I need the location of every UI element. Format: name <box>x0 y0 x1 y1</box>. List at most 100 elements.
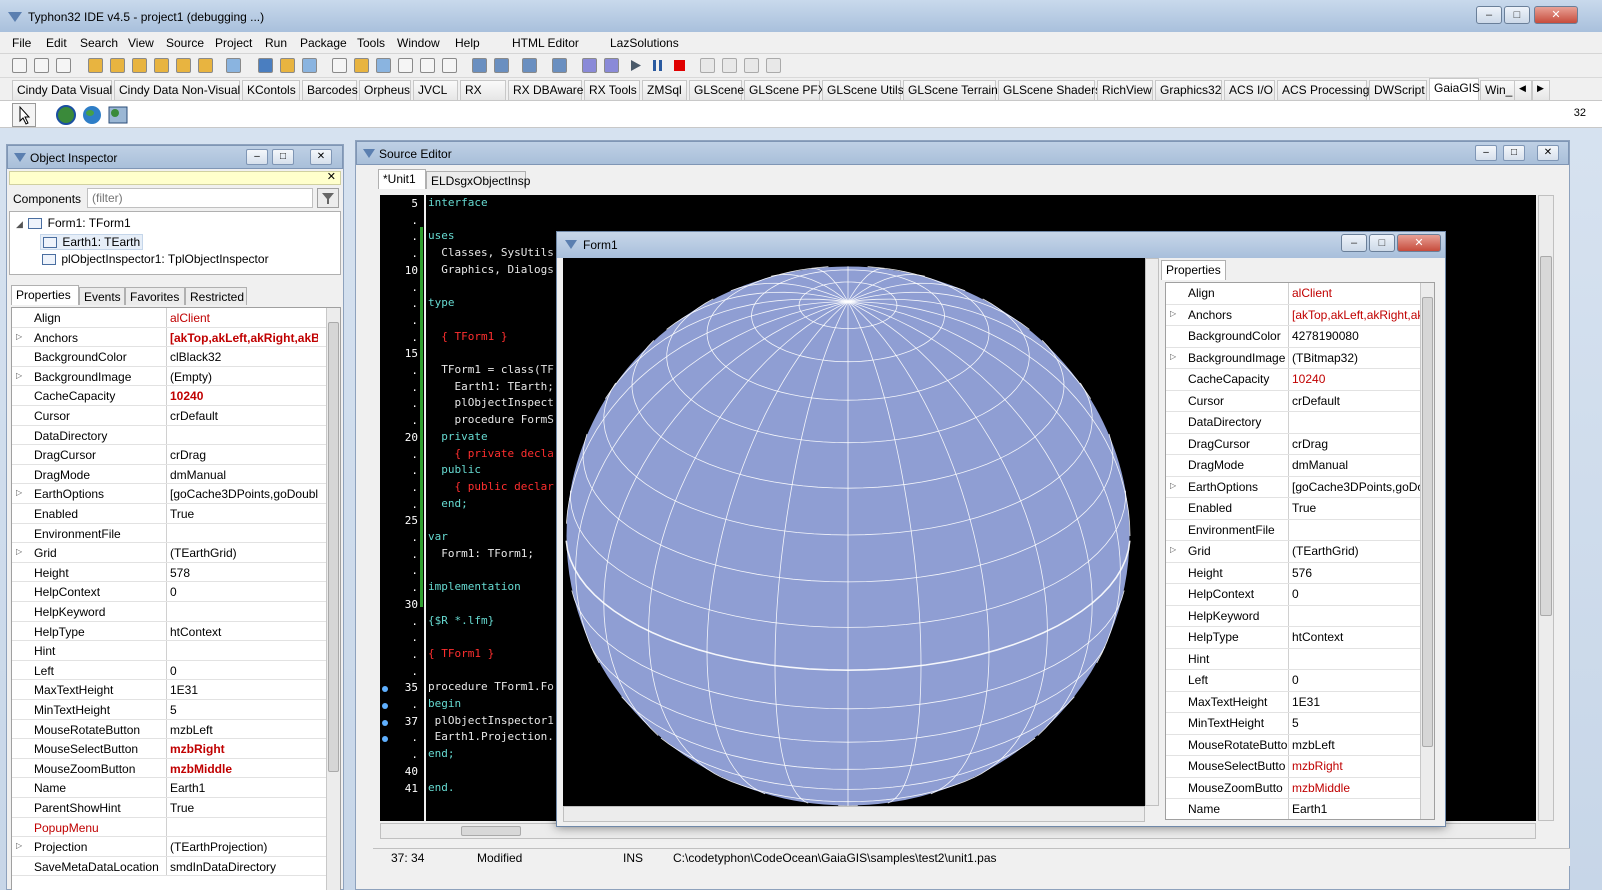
property-row-maxtextheight[interactable]: MaxTextHeight 1E31 <box>1166 691 1434 713</box>
palette-tab-acs-processing[interactable]: ACS Processing <box>1277 80 1369 100</box>
toolbar-button-10[interactable] <box>226 58 241 73</box>
expand-arrow-icon[interactable]: ▷ <box>16 332 22 341</box>
property-value[interactable]: Earth1 <box>1292 802 1420 816</box>
expand-arrow-icon[interactable]: ▷ <box>16 841 22 850</box>
palette-tab-orpheus[interactable]: Orpheus <box>359 80 411 100</box>
tab-eldsgxobjectinsp[interactable]: ELDsgxObjectInsp <box>426 171 530 189</box>
menu-edit[interactable]: Edit <box>46 36 67 50</box>
menu-file[interactable]: File <box>12 36 31 50</box>
oi-maximize-button[interactable]: □ <box>272 149 294 165</box>
property-value[interactable]: [goCache3DPoints,goDouble <box>170 487 318 501</box>
property-value[interactable]: 578 <box>170 566 318 580</box>
code-line[interactable]: plObjectInspect <box>428 396 553 409</box>
palette-tab-cindy-data-visual[interactable]: Cindy Data Visual <box>12 80 112 100</box>
tab-unit1[interactable]: *Unit1 <box>378 169 426 189</box>
palette-tab-rx-dbaware[interactable]: RX DBAware <box>508 80 583 100</box>
code-line[interactable]: Earth1.Projection. <box>428 730 554 743</box>
menu-view[interactable]: View <box>128 36 154 50</box>
globe-horizontal-scrollbar[interactable] <box>563 806 1145 822</box>
code-line[interactable]: { TForm1 } <box>428 647 494 660</box>
property-value[interactable]: 576 <box>1292 566 1420 580</box>
palette-tab-acs-i-o[interactable]: ACS I/O <box>1224 80 1275 100</box>
palette-tab-jvcl[interactable]: JVCL <box>413 80 458 100</box>
palette-tab-glscene-pfx[interactable]: GLScene PFX <box>744 80 826 100</box>
debug-step-button-4[interactable] <box>766 58 781 73</box>
palette-tab-kcontols[interactable]: KContols <box>242 80 300 100</box>
scroll-thumb[interactable] <box>1540 256 1552 616</box>
close-icon[interactable]: ✕ <box>327 170 336 183</box>
tab-events[interactable]: Events <box>79 287 125 305</box>
editor-vertical-scrollbar[interactable] <box>1538 195 1554 821</box>
code-line[interactable]: procedure TForm1.Fo <box>428 680 554 693</box>
property-value[interactable]: (TEarthProjection) <box>170 840 318 854</box>
property-value[interactable]: 5 <box>170 703 318 717</box>
code-line[interactable]: implementation <box>428 580 521 593</box>
toolbar-button-3[interactable] <box>56 58 71 73</box>
expand-arrow-icon[interactable]: ▷ <box>1170 309 1176 318</box>
toolbar-button-4[interactable] <box>88 58 103 73</box>
menu-lazsolutions[interactable]: LazSolutions <box>610 36 679 50</box>
palette-tab-glscene-shaders[interactable]: GLScene Shaders <box>998 80 1101 100</box>
property-row-hint[interactable]: Hint <box>1166 648 1434 670</box>
property-row-left[interactable]: Left 0 <box>12 660 340 681</box>
code-line[interactable]: { TForm1 } <box>428 330 507 343</box>
property-row-parentshowhint[interactable]: ParentShowHint True <box>12 798 340 818</box>
property-row-mintextheight[interactable]: MinTextHeight 5 <box>1166 713 1434 735</box>
menu-project[interactable]: Project <box>215 36 252 50</box>
palette-tab-gaiagis[interactable]: GaiaGIS <box>1429 78 1480 100</box>
palette-tab-glscene-utils[interactable]: GLScene Utils <box>822 80 904 100</box>
menu-search[interactable]: Search <box>80 36 118 50</box>
code-line[interactable]: var <box>428 530 448 543</box>
code-line[interactable]: TForm1 = class(TF <box>428 363 554 376</box>
property-value[interactable]: (TEarthGrid) <box>1292 544 1420 558</box>
code-line[interactable]: procedure FormS <box>428 413 553 426</box>
toolbar-button-17[interactable] <box>398 58 413 73</box>
property-row-maxtextheight[interactable]: MaxTextHeight 1E31 <box>12 680 340 700</box>
menu-package[interactable]: Package <box>300 36 347 50</box>
palette-tab-glscene[interactable]: GLScene <box>689 80 744 100</box>
tab-restricted[interactable]: Restricted <box>185 287 247 305</box>
property-row-cursor[interactable]: Cursor crDefault <box>12 406 340 426</box>
property-value[interactable]: smdInDataDirectory <box>170 860 318 874</box>
menu-help[interactable]: Help <box>455 36 480 50</box>
scroll-thumb[interactable] <box>328 322 339 772</box>
tree-node-form1[interactable]: ◢ Form1: TForm1 <box>16 216 131 230</box>
debug-step-button-2[interactable] <box>722 58 737 73</box>
toolbar-button-5[interactable] <box>110 58 125 73</box>
scroll-thumb[interactable] <box>1422 297 1433 747</box>
property-row-dragcursor[interactable]: DragCursor crDrag <box>12 445 340 465</box>
property-row-grid[interactable]: ▷ Grid (TEarthGrid) <box>1166 541 1434 563</box>
toolbar-button-2[interactable] <box>34 58 49 73</box>
property-row-height[interactable]: Height 576 <box>1166 562 1434 584</box>
property-row-dragmode[interactable]: DragMode dmManual <box>1166 455 1434 477</box>
property-row-helpkeyword[interactable]: HelpKeyword <box>1166 605 1434 627</box>
property-row-environmentfile[interactable]: EnvironmentFile <box>1166 519 1434 541</box>
grid-vertical-scrollbar[interactable] <box>326 308 340 890</box>
toolbar-button-25[interactable] <box>604 58 619 73</box>
property-value[interactable]: 4278190080 <box>1292 329 1420 343</box>
property-row-dragmode[interactable]: DragMode dmManual <box>12 464 340 485</box>
earth-component-button[interactable] <box>80 103 104 127</box>
code-line[interactable]: uses <box>428 229 455 242</box>
property-row-mouseselectbutto[interactable]: MouseSelectButto mzbRight <box>1166 756 1434 778</box>
code-line[interactable]: private <box>428 430 487 443</box>
code-line[interactable]: plObjectInspector1 <box>428 714 554 727</box>
minimize-button[interactable]: – <box>1476 6 1502 24</box>
run-button[interactable] <box>628 58 643 73</box>
toolbar-button-16[interactable] <box>376 58 391 73</box>
code-line[interactable]: { private decla <box>428 447 553 460</box>
property-value[interactable]: dmManual <box>170 468 318 482</box>
palette-tab-cindy-data-non-visual[interactable]: Cindy Data Non-Visual <box>114 80 240 100</box>
property-value[interactable]: htContext <box>170 625 318 639</box>
property-row-mintextheight[interactable]: MinTextHeight 5 <box>12 700 340 720</box>
palette-tab-dwscript[interactable]: DWScript <box>1369 80 1427 100</box>
palette-tab-barcodes[interactable]: Barcodes <box>302 80 358 100</box>
se-close-button[interactable]: ✕ <box>1537 145 1559 161</box>
debug-step-button-1[interactable] <box>700 58 715 73</box>
property-row-grid[interactable]: ▷ Grid (TEarthGrid) <box>12 543 340 563</box>
toolbar-button-22[interactable] <box>522 58 537 73</box>
property-row-align[interactable]: Align alClient <box>1166 283 1434 305</box>
property-value[interactable]: 5 <box>1292 716 1420 730</box>
globe-sphere[interactable] <box>563 258 1145 807</box>
property-value[interactable]: 10240 <box>170 389 318 403</box>
